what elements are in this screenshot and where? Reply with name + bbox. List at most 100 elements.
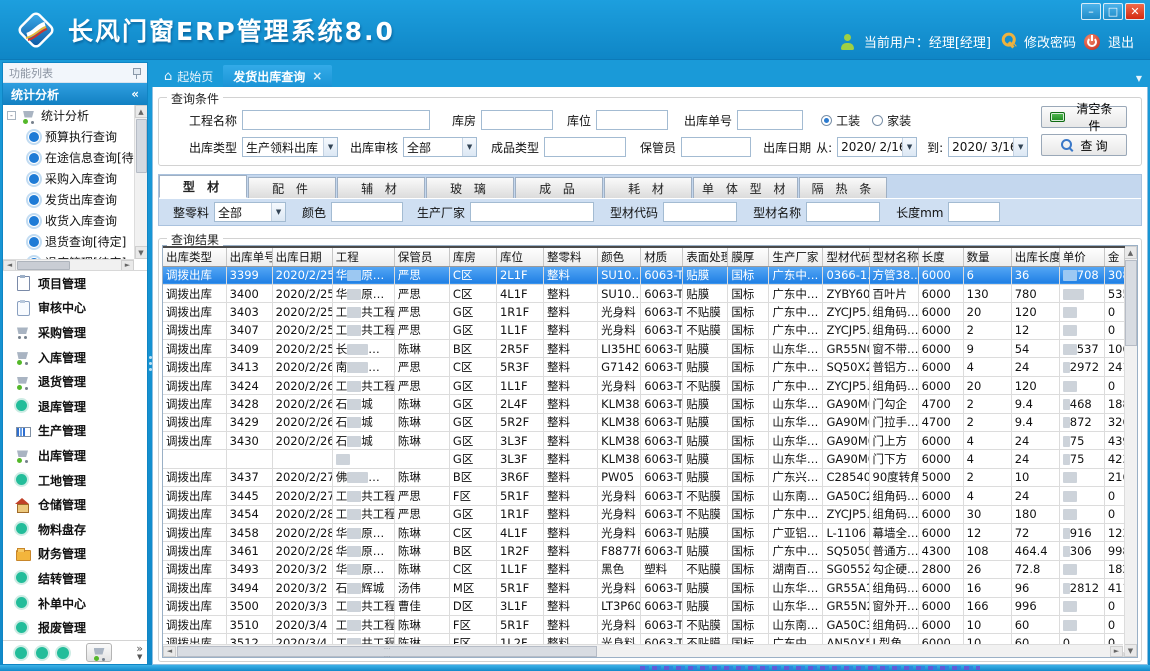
sidebar-item[interactable]: 退库管理 <box>3 394 147 419</box>
column-header[interactable]: 出库类型 <box>163 247 226 266</box>
profile-code-input[interactable] <box>663 202 737 222</box>
warehouse-input[interactable] <box>481 110 553 130</box>
audit-select[interactable]: 全部▼ <box>403 137 477 157</box>
sidebar-item[interactable]: 工地管理 <box>3 468 147 493</box>
radio-gongzhuang[interactable]: 工装 <box>821 112 860 129</box>
sidebar-item[interactable]: 物料盘存 <box>3 517 147 542</box>
column-header[interactable]: 数量 <box>963 247 1011 266</box>
sidebar-item[interactable]: 财务管理 <box>3 542 147 567</box>
table-row[interactable]: 调拨出库34242020/2/26工共工程严思G区1L1F整料光身料6063-T… <box>163 376 1125 394</box>
collapse-icon[interactable]: « <box>131 87 139 101</box>
scroll-down-icon[interactable]: ▼ <box>135 246 148 259</box>
scroll-right-icon[interactable]: ► <box>1110 646 1123 657</box>
column-header[interactable]: 型材代码 <box>823 247 869 266</box>
table-row[interactable]: 调拨出库34032020/2/25工共工程严思G区1R1F整料光身料6063-T… <box>163 303 1125 321</box>
tree-item[interactable]: 发货出库查询 <box>3 189 134 210</box>
material-tab[interactable]: 玻 璃 <box>426 177 514 198</box>
tab-shipment-query[interactable]: 发货出库查询 × <box>223 65 332 87</box>
scroll-right-icon[interactable]: ► <box>121 260 134 271</box>
material-tab[interactable]: 单 体 型 材 <box>693 177 798 198</box>
column-header[interactable]: 工程 <box>332 247 394 266</box>
close-button[interactable]: ✕ <box>1125 3 1145 20</box>
tab-home[interactable]: ⌂ 起始页 <box>154 65 223 87</box>
expander-icon[interactable]: - <box>7 111 16 120</box>
column-header[interactable]: 长度 <box>918 247 963 266</box>
column-header[interactable]: 出库单号 <box>226 247 272 266</box>
product-type-input[interactable] <box>544 137 626 157</box>
scroll-thumb[interactable] <box>1125 260 1137 346</box>
column-header[interactable]: 膜厚 <box>728 247 769 266</box>
table-row[interactable]: 调拨出库34452020/2/27工共工程严思F区5R1F整料光身料6063-T… <box>163 487 1125 505</box>
material-tab[interactable]: 隔 热 条 <box>799 177 887 198</box>
table-row[interactable]: 调拨出库34132020/2/26南…严思C区5R3F整料G714226063-… <box>163 358 1125 376</box>
column-header[interactable]: 材质 <box>641 247 683 266</box>
sidebar-item[interactable]: 审核中心 <box>3 296 147 321</box>
overflow-chevron[interactable]: »▼ <box>136 644 143 662</box>
tab-overflow-icon[interactable]: ▼ <box>1136 74 1142 83</box>
table-row[interactable]: 调拨出库34282020/2/26石城陈琳G区2L4F整料KLM38176063… <box>163 395 1125 413</box>
material-tab[interactable]: 耗 材 <box>604 177 692 198</box>
date-from-select[interactable]: 2020/ 2/16▼ <box>837 137 917 157</box>
scroll-down-icon[interactable]: ▼ <box>1124 644 1137 657</box>
sidebar-item[interactable]: 报废管理 <box>3 615 147 640</box>
maker-input[interactable] <box>470 202 594 222</box>
length-input[interactable] <box>948 202 1000 222</box>
whole-part-select[interactable]: 全部▼ <box>214 202 286 222</box>
sidebar-item[interactable]: 出库管理 <box>3 443 147 468</box>
column-header[interactable]: 库房 <box>449 247 496 266</box>
scroll-up-icon[interactable]: ▲ <box>135 105 148 118</box>
close-tab-icon[interactable]: × <box>312 69 322 83</box>
material-tab[interactable]: 型 材 <box>159 175 247 198</box>
column-header[interactable]: 型材名称 <box>869 247 918 266</box>
group-dot-icon[interactable] <box>57 647 69 659</box>
profile-name-input[interactable] <box>806 202 880 222</box>
scroll-thumb[interactable] <box>136 119 147 173</box>
pin-icon[interactable] <box>131 67 141 79</box>
sidebar-item[interactable]: 补单中心 <box>3 591 147 616</box>
order-no-input[interactable] <box>737 110 803 130</box>
table-row[interactable]: 调拨出库34582020/2/28华原…陈琳C区4L1F整料光身料6063-T5… <box>163 523 1125 541</box>
table-row[interactable]: 调拨出库34092020/2/25长…陈琳B区2R5F整料LI35HD6063-… <box>163 340 1125 358</box>
cart-shortcut-button[interactable] <box>86 643 112 662</box>
table-row[interactable]: 调拨出库34932020/3/2华原…陈琳C区1L1F整料黑色塑料不贴膜国标湖南… <box>163 560 1125 578</box>
table-row[interactable]: G区3L3F整料KLM38176063-T5贴膜国标山东华…GA90M09…门下… <box>163 450 1125 468</box>
column-header[interactable]: 颜色 <box>598 247 641 266</box>
table-horizontal-scrollbar[interactable]: ◄ ► <box>163 644 1123 657</box>
column-header[interactable]: 表面处理 <box>683 247 728 266</box>
sidebar-item[interactable]: 退货管理 <box>3 369 147 394</box>
table-row[interactable]: 调拨出库34072020/2/25工共工程严思G区1L1F整料光身料6063-T… <box>163 321 1125 339</box>
table-row[interactable]: 调拨出库34372020/2/27佛…陈琳B区3R6F整料PW056063-T5… <box>163 468 1125 486</box>
group-dot-icon[interactable] <box>36 647 48 659</box>
column-header[interactable]: 金 <box>1104 247 1124 266</box>
scroll-thumb[interactable] <box>17 261 70 270</box>
column-header[interactable]: 保管员 <box>394 247 449 266</box>
tree-item[interactable]: 预算执行查询 <box>3 126 134 147</box>
scroll-up-icon[interactable]: ▲ <box>1124 246 1137 259</box>
tree-item[interactable]: 退库管理[待定] <box>3 252 134 259</box>
tree-item[interactable]: 采购入库查询 <box>3 168 134 189</box>
outbound-type-select[interactable]: 生产领料出库▼ <box>242 137 338 157</box>
column-header[interactable]: 单价 <box>1059 247 1104 266</box>
table-row[interactable]: 调拨出库34612020/2/28华原…陈琳B区1R2F整料F8877FT606… <box>163 542 1125 560</box>
scroll-left-icon[interactable]: ◄ <box>3 260 16 271</box>
column-header[interactable]: 出库长度 <box>1011 247 1059 266</box>
radio-jiazhuang[interactable]: 家装 <box>872 112 911 129</box>
table-row[interactable]: 调拨出库34302020/2/26石城陈琳G区3L3F整料KLM38176063… <box>163 432 1125 450</box>
tree-horizontal-scrollbar[interactable]: ◄ ► <box>3 259 134 270</box>
scroll-thumb[interactable] <box>177 646 597 657</box>
material-tab[interactable]: 配 件 <box>248 177 336 198</box>
column-header[interactable]: 整零料 <box>544 247 598 266</box>
scroll-left-icon[interactable]: ◄ <box>163 646 176 657</box>
sidebar-item[interactable]: 采购管理 <box>3 320 147 345</box>
logout-link[interactable]: 退出 <box>1108 32 1134 51</box>
table-row[interactable]: 调拨出库34942020/3/2石辉城汤伟M区5R1F整料光身料6063-T5贴… <box>163 579 1125 597</box>
search-button[interactable]: 查 询 <box>1041 134 1127 156</box>
sidebar-item[interactable]: 生产管理 <box>3 419 147 444</box>
column-header[interactable]: 库位 <box>496 247 543 266</box>
group-dot-icon[interactable] <box>15 647 27 659</box>
tree-item[interactable]: 在途信息查询[待 <box>3 147 134 168</box>
sidebar-item[interactable]: 仓储管理 <box>3 492 147 517</box>
sidebar-item[interactable]: 项目管理 <box>3 271 147 296</box>
column-header[interactable]: 出库日期 <box>272 247 332 266</box>
material-tab[interactable]: 成 品 <box>515 177 603 198</box>
